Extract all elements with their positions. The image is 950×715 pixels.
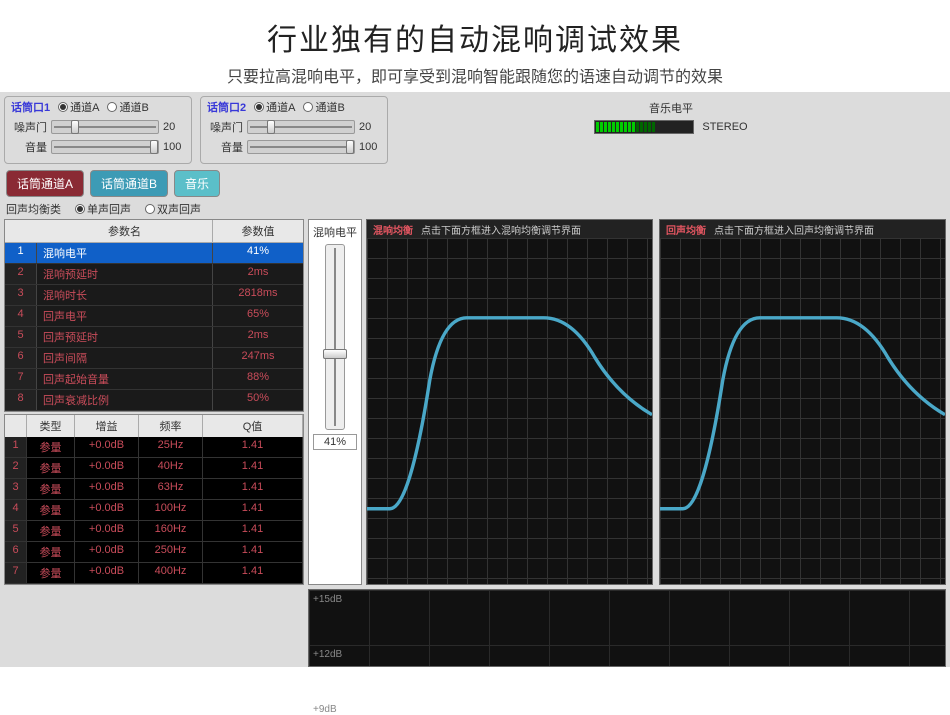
- mic1-volume-value: 100: [163, 141, 185, 153]
- mic1-noise-value: 20: [163, 121, 185, 133]
- reverb-level-slider-box: 混响电平 41%: [308, 219, 362, 585]
- music-level-label: 音乐电平: [406, 100, 936, 116]
- reverb-eq-chart[interactable]: 混响均衡 点击下面方框进入混响均衡调节界面: [366, 219, 653, 585]
- mic2-noise-slider[interactable]: [247, 120, 355, 134]
- middle-section: 参数名 参数值 1混响电平41%2混响预延时2ms3混响时长2818ms4回声电…: [0, 219, 950, 585]
- top-controls: 话筒口1 通道A 通道B 噪声门 20 音量 100 话筒口2 通道A 通道B: [0, 92, 950, 168]
- audio-app: 话筒口1 通道A 通道B 噪声门 20 音量 100 话筒口2 通道A 通道B: [0, 92, 950, 667]
- mic1-box: 话筒口1 通道A 通道B 噪声门 20 音量 100: [4, 96, 192, 164]
- tab-mic-channel-b[interactable]: 话筒通道B: [90, 170, 168, 197]
- param-row[interactable]: 8回声衰减比例50%: [5, 390, 303, 411]
- param-row[interactable]: 2混响预延时2ms: [5, 264, 303, 285]
- radio-dot-icon: [303, 102, 313, 112]
- param-row[interactable]: 4回声电平65%: [5, 306, 303, 327]
- mic1-noise-slider[interactable]: [51, 120, 159, 134]
- echo-eq-type-row: 回声均衡类 单声回声 双声回声: [0, 199, 950, 219]
- param-row[interactable]: 7回声起始音量88%: [5, 369, 303, 390]
- param-row[interactable]: 1混响电平41%: [5, 243, 303, 264]
- eq-row[interactable]: 4参量+0.0dB100Hz1.41: [5, 500, 303, 521]
- param-row[interactable]: 5回声预延时2ms: [5, 327, 303, 348]
- channel-tabs: 话筒通道A 话筒通道B 音乐: [0, 168, 950, 199]
- param-head-name: 参数名: [37, 220, 213, 242]
- reverb-level-title: 混响电平: [313, 224, 357, 240]
- mic2-channel-a-radio[interactable]: 通道A: [254, 99, 295, 115]
- echo-curve-icon: [660, 238, 945, 523]
- eq-row[interactable]: 3参量+0.0dB63Hz1.41: [5, 479, 303, 500]
- mic2-volume-value: 100: [359, 141, 381, 153]
- mic1-title: 话筒口1: [11, 99, 50, 115]
- reverb-curve-icon: [367, 238, 652, 523]
- radio-dot-icon: [145, 204, 155, 214]
- reverb-level-value: 41%: [313, 434, 357, 450]
- stereo-label: STEREO: [702, 121, 747, 133]
- single-echo-radio[interactable]: 单声回声: [75, 201, 131, 217]
- mic2-title: 话筒口2: [207, 99, 246, 115]
- mic2-channel-b-radio[interactable]: 通道B: [303, 99, 344, 115]
- eq-row[interactable]: 5参量+0.0dB160Hz1.41: [5, 521, 303, 542]
- noise-gate-label: 噪声门: [11, 119, 47, 135]
- page-title: 行业独有的自动混响调试效果: [0, 15, 950, 59]
- main-eq-chart[interactable]: +15dB +12dB +9dB: [308, 589, 946, 667]
- page-subtitle: 只要拉高混响电平，即可享受到混响智能跟随您的语速自动调节的效果: [0, 63, 950, 87]
- mic2-volume-slider[interactable]: [247, 140, 355, 154]
- vu-meter: [594, 120, 694, 134]
- eq-row[interactable]: 7参量+0.0dB400Hz1.41: [5, 563, 303, 584]
- mic1-volume-slider[interactable]: [51, 140, 159, 154]
- eq-row[interactable]: 1参量+0.0dB25Hz1.41: [5, 437, 303, 458]
- mic2-noise-value: 20: [359, 121, 381, 133]
- param-table: 参数名 参数值 1混响电平41%2混响预延时2ms3混响时长2818ms4回声电…: [4, 219, 304, 412]
- param-row[interactable]: 6回声间隔247ms: [5, 348, 303, 369]
- double-echo-radio[interactable]: 双声回声: [145, 201, 201, 217]
- mic1-channel-b-radio[interactable]: 通道B: [107, 99, 148, 115]
- radio-dot-icon: [254, 102, 264, 112]
- mic1-channel-a-radio[interactable]: 通道A: [58, 99, 99, 115]
- param-head-value: 参数值: [213, 220, 303, 242]
- reverb-level-slider[interactable]: [325, 244, 345, 430]
- music-level-box: 音乐电平 STEREO: [396, 96, 946, 164]
- echo-eq-type-label: 回声均衡类: [6, 201, 61, 217]
- param-row[interactable]: 3混响时长2818ms: [5, 285, 303, 306]
- radio-dot-icon: [75, 204, 85, 214]
- echo-eq-chart[interactable]: 回声均衡 点击下面方框进入回声均衡调节界面: [659, 219, 946, 585]
- eq-table: 类型 增益 频率 Q值 1参量+0.0dB25Hz1.412参量+0.0dB40…: [4, 414, 304, 585]
- radio-dot-icon: [58, 102, 68, 112]
- page-header: 行业独有的自动混响调试效果 只要拉高混响电平，即可享受到混响智能跟随您的语速自动…: [0, 0, 950, 92]
- tab-mic-channel-a[interactable]: 话筒通道A: [6, 170, 84, 197]
- eq-row[interactable]: 2参量+0.0dB40Hz1.41: [5, 458, 303, 479]
- radio-dot-icon: [107, 102, 117, 112]
- mic2-box: 话筒口2 通道A 通道B 噪声门 20 音量 100: [200, 96, 388, 164]
- tab-music[interactable]: 音乐: [174, 170, 220, 197]
- eq-row[interactable]: 6参量+0.0dB250Hz1.41: [5, 542, 303, 563]
- volume-label: 音量: [11, 139, 47, 155]
